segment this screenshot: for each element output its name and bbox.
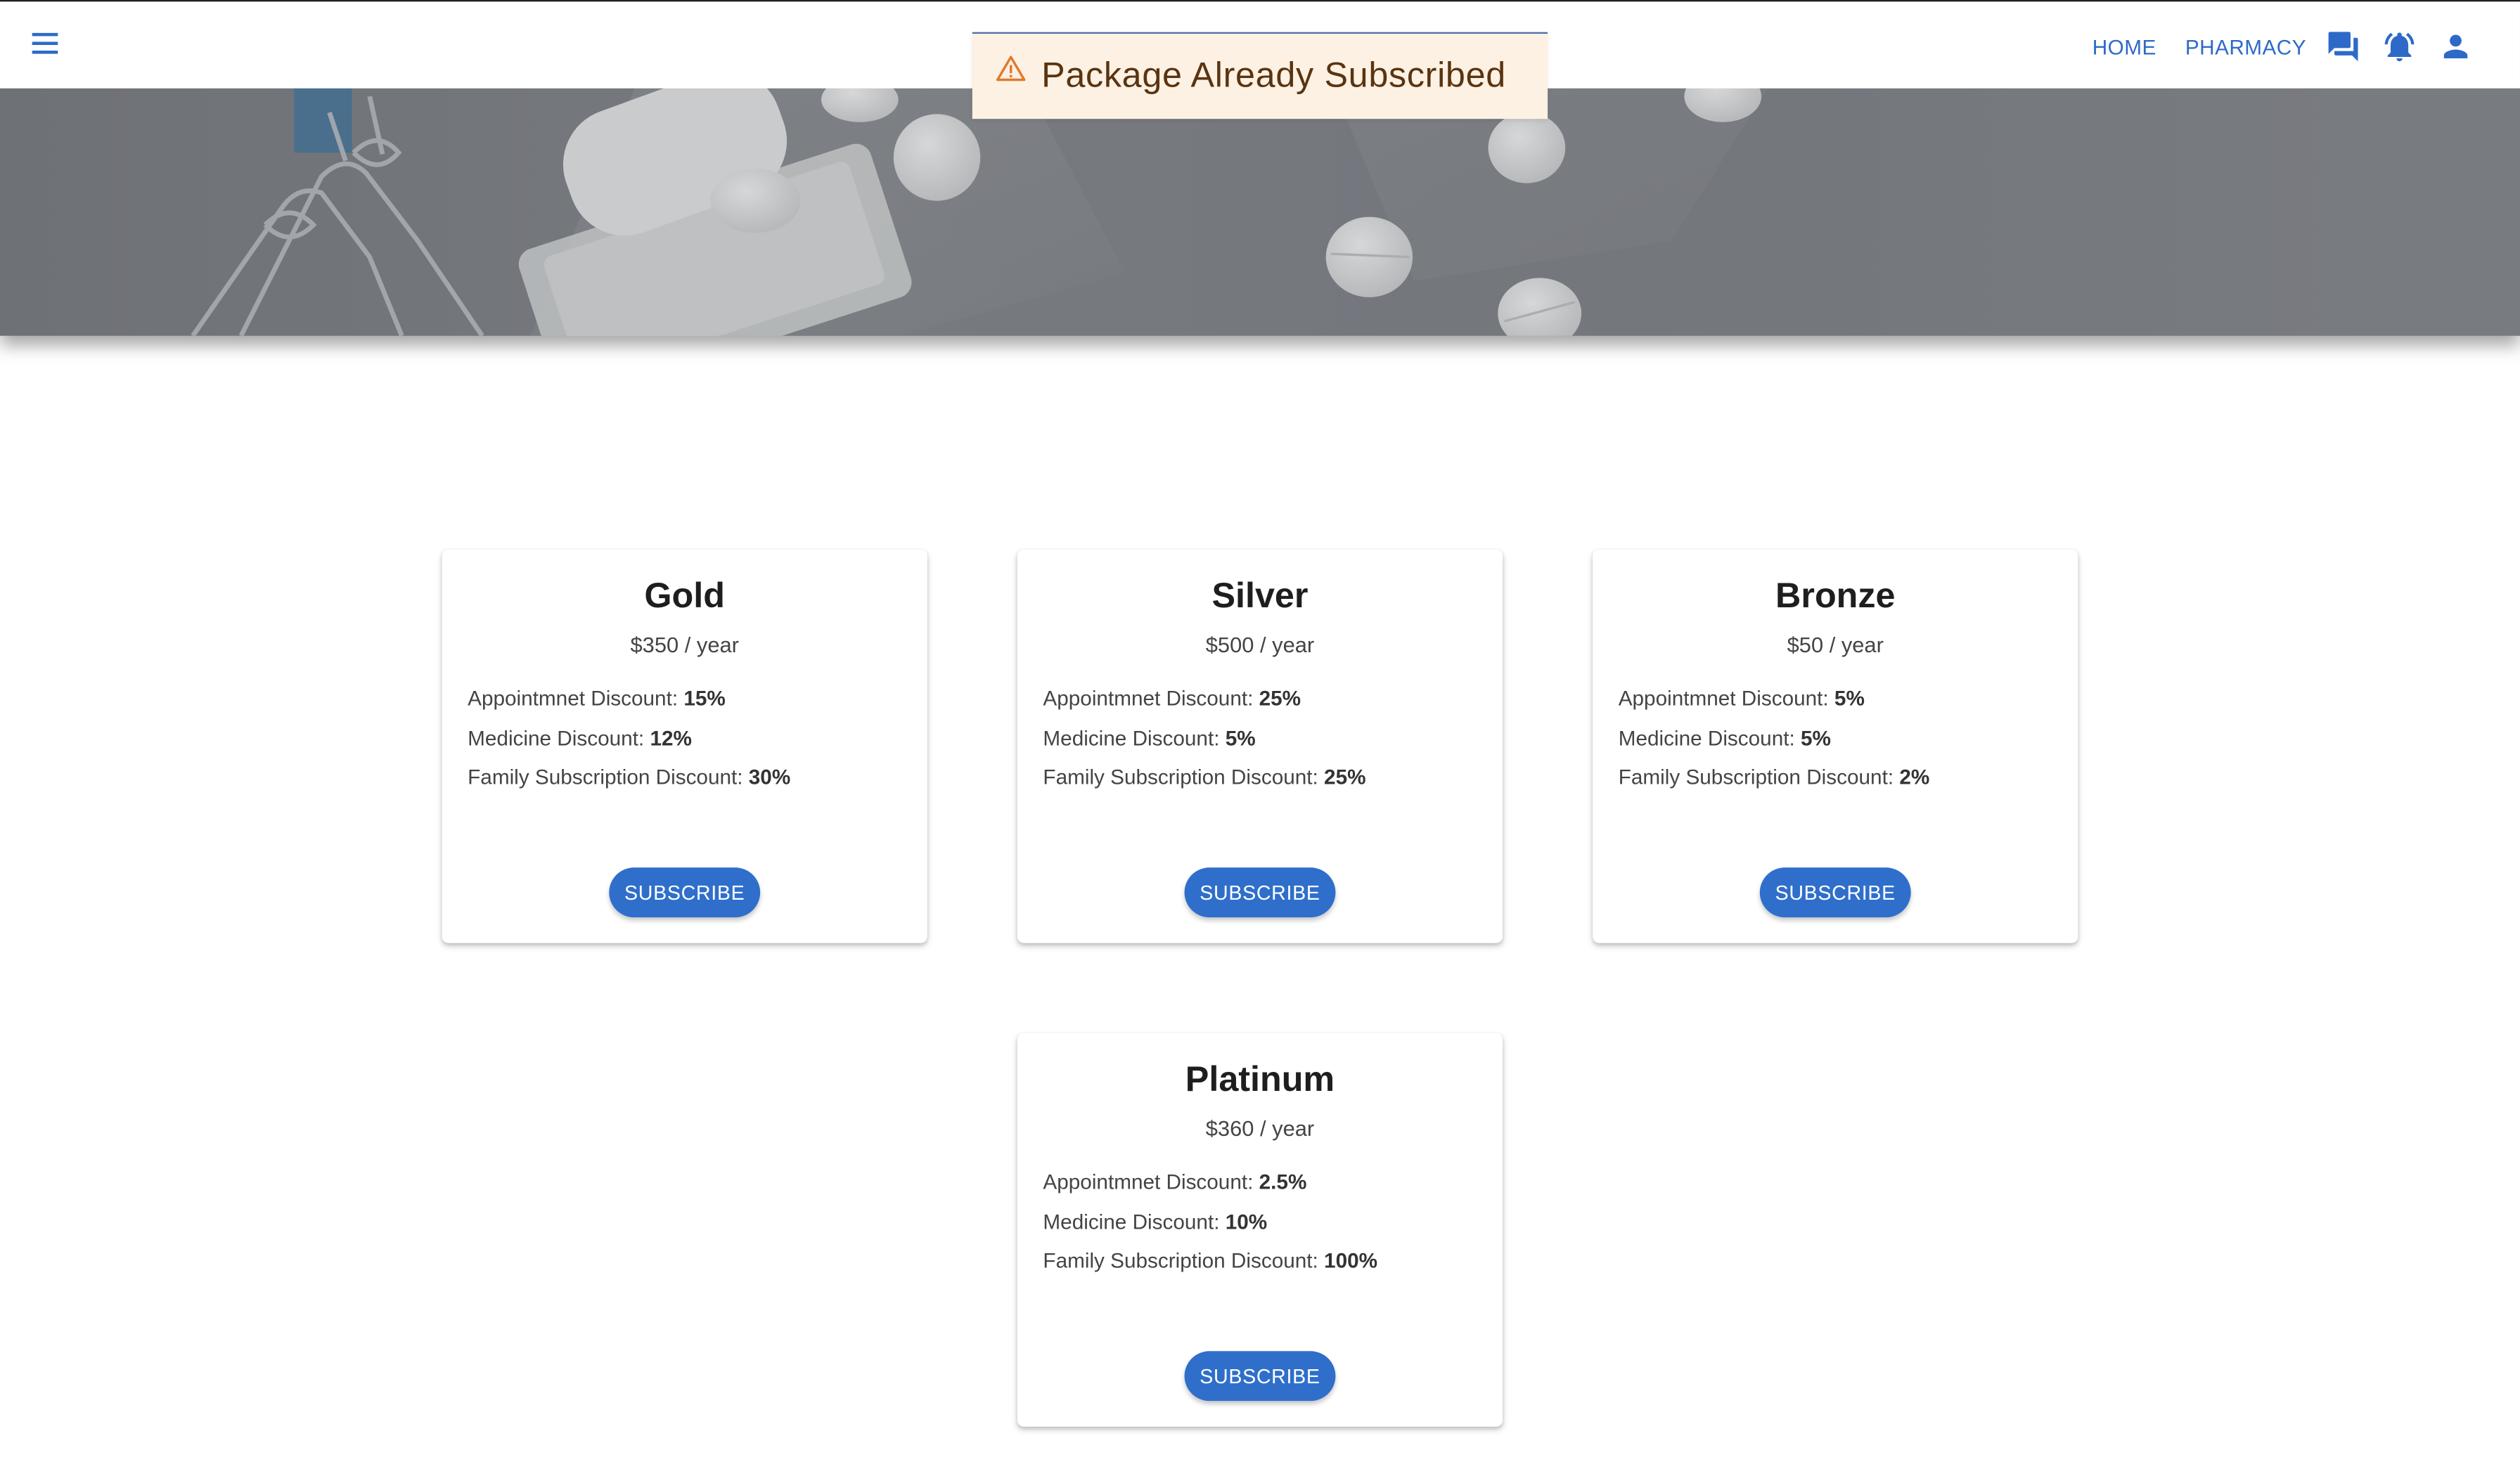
feature-label: Medicine Discount: (1043, 1208, 1226, 1234)
feature-label: Medicine Discount: (1618, 725, 1801, 750)
page: HOME PHARMACY Package Already Subscribed… (0, 0, 2520, 1462)
feature-appointment-discount: Appointmnet Discount: 5% (1619, 685, 1930, 724)
feature-family-discount: Family Subscription Discount: 25% (1043, 763, 1365, 803)
nav-actions: HOME PHARMACY (2092, 24, 2475, 69)
chat-button[interactable] (2324, 27, 2362, 66)
feature-value: 2.5% (1259, 1169, 1307, 1194)
feature-family-discount: Family Subscription Discount: 30% (468, 763, 790, 803)
subscribe-button-gold[interactable]: SUBSCRIBE (609, 867, 761, 918)
plan-card-platinum: Platinum $360 / year Appointmnet Discoun… (1017, 1033, 1503, 1427)
notifications-button[interactable] (2380, 27, 2419, 66)
price-amount: $360 (1205, 1116, 1254, 1141)
subscribe-button-platinum[interactable]: SUBSCRIBE (1184, 1351, 1336, 1402)
feature-label: Family Subscription Discount: (1043, 764, 1325, 789)
feature-value: 15% (683, 685, 726, 711)
plan-card-gold: Gold $350 / year Appointmnet Discount: 1… (442, 549, 927, 943)
feature-value: 5% (1225, 725, 1256, 750)
plan-features: Appointmnet Discount: 2.5% Medicine Disc… (1043, 1168, 1377, 1286)
price-amount: $350 (630, 633, 679, 657)
feature-medicine-discount: Medicine Discount: 12% (468, 724, 790, 763)
plan-price: $350 / year (442, 633, 927, 657)
warning-icon (996, 56, 1026, 82)
plan-card-silver: Silver $500 / year Appointmnet Discount:… (1017, 549, 1503, 943)
menu-icon (32, 32, 58, 54)
feature-medicine-discount: Medicine Discount: 5% (1043, 724, 1365, 763)
feature-label: Appointmnet Discount: (468, 685, 684, 711)
subscribe-button-silver[interactable]: SUBSCRIBE (1184, 867, 1336, 918)
feature-medicine-discount: Medicine Discount: 5% (1619, 724, 1930, 763)
feature-value: 25% (1259, 685, 1301, 711)
feature-appointment-discount: Appointmnet Discount: 2.5% (1043, 1168, 1377, 1208)
feature-label: Medicine Discount: (1043, 725, 1226, 750)
plan-name: Bronze (1775, 575, 1896, 616)
account-button[interactable] (2436, 27, 2475, 66)
feature-value: 100% (1324, 1248, 1378, 1273)
feature-value: 2% (1899, 764, 1930, 789)
notifications-icon (2384, 32, 2415, 62)
feature-label: Medicine Discount: (468, 725, 650, 750)
feature-label: Appointmnet Discount: (1043, 685, 1259, 711)
feature-label: Family Subscription Discount: (468, 764, 749, 789)
plan-name: Platinum (1185, 1059, 1335, 1099)
plan-features: Appointmnet Discount: 5% Medicine Discou… (1619, 685, 1930, 803)
plan-price: $360 / year (1017, 1117, 1503, 1141)
price-period: / year (1254, 633, 1315, 657)
feature-label: Family Subscription Discount: (1043, 1248, 1325, 1273)
feature-label: Appointmnet Discount: (1618, 685, 1834, 711)
feature-family-discount: Family Subscription Discount: 100% (1043, 1247, 1377, 1286)
price-period: / year (1254, 1116, 1315, 1141)
feature-value: 5% (1801, 725, 1831, 750)
warning-toast: Package Already Subscribed (972, 32, 1548, 119)
plan-card-bronze: Bronze $50 / year Appointmnet Discount: … (1593, 549, 2078, 943)
chat-icon (2328, 32, 2358, 62)
plan-name: Silver (1211, 575, 1309, 616)
subscribe-button-bronze[interactable]: SUBSCRIBE (1759, 867, 1911, 918)
plan-name: Gold (644, 575, 725, 616)
feature-value: 30% (748, 764, 791, 789)
feature-appointment-discount: Appointmnet Discount: 25% (1043, 685, 1365, 724)
plan-price: $500 / year (1017, 633, 1503, 657)
price-amount: $500 (1205, 633, 1254, 657)
menu-button[interactable] (26, 24, 65, 63)
nav-link-pharmacy[interactable]: PHARMACY (2185, 34, 2306, 58)
feature-family-discount: Family Subscription Discount: 2% (1619, 763, 1930, 803)
feature-value: 5% (1834, 685, 1865, 711)
plan-features: Appointmnet Discount: 15% Medicine Disco… (468, 685, 790, 803)
feature-label: Appointmnet Discount: (1043, 1169, 1259, 1194)
plan-features: Appointmnet Discount: 25% Medicine Disco… (1043, 685, 1365, 803)
price-period: / year (1823, 633, 1884, 657)
account-icon (2443, 34, 2468, 59)
feature-value: 12% (650, 725, 692, 750)
toast-message: Package Already Subscribed (1041, 54, 1506, 95)
feature-value: 25% (1324, 764, 1366, 789)
feature-appointment-discount: Appointmnet Discount: 15% (468, 685, 790, 724)
feature-value: 10% (1225, 1208, 1268, 1234)
nav-link-home[interactable]: HOME (2092, 34, 2156, 58)
price-period: / year (679, 633, 739, 657)
feature-medicine-discount: Medicine Discount: 10% (1043, 1208, 1377, 1247)
feature-label: Family Subscription Discount: (1618, 764, 1900, 789)
plan-price: $50 / year (1593, 633, 2078, 657)
price-amount: $50 (1787, 633, 1824, 657)
